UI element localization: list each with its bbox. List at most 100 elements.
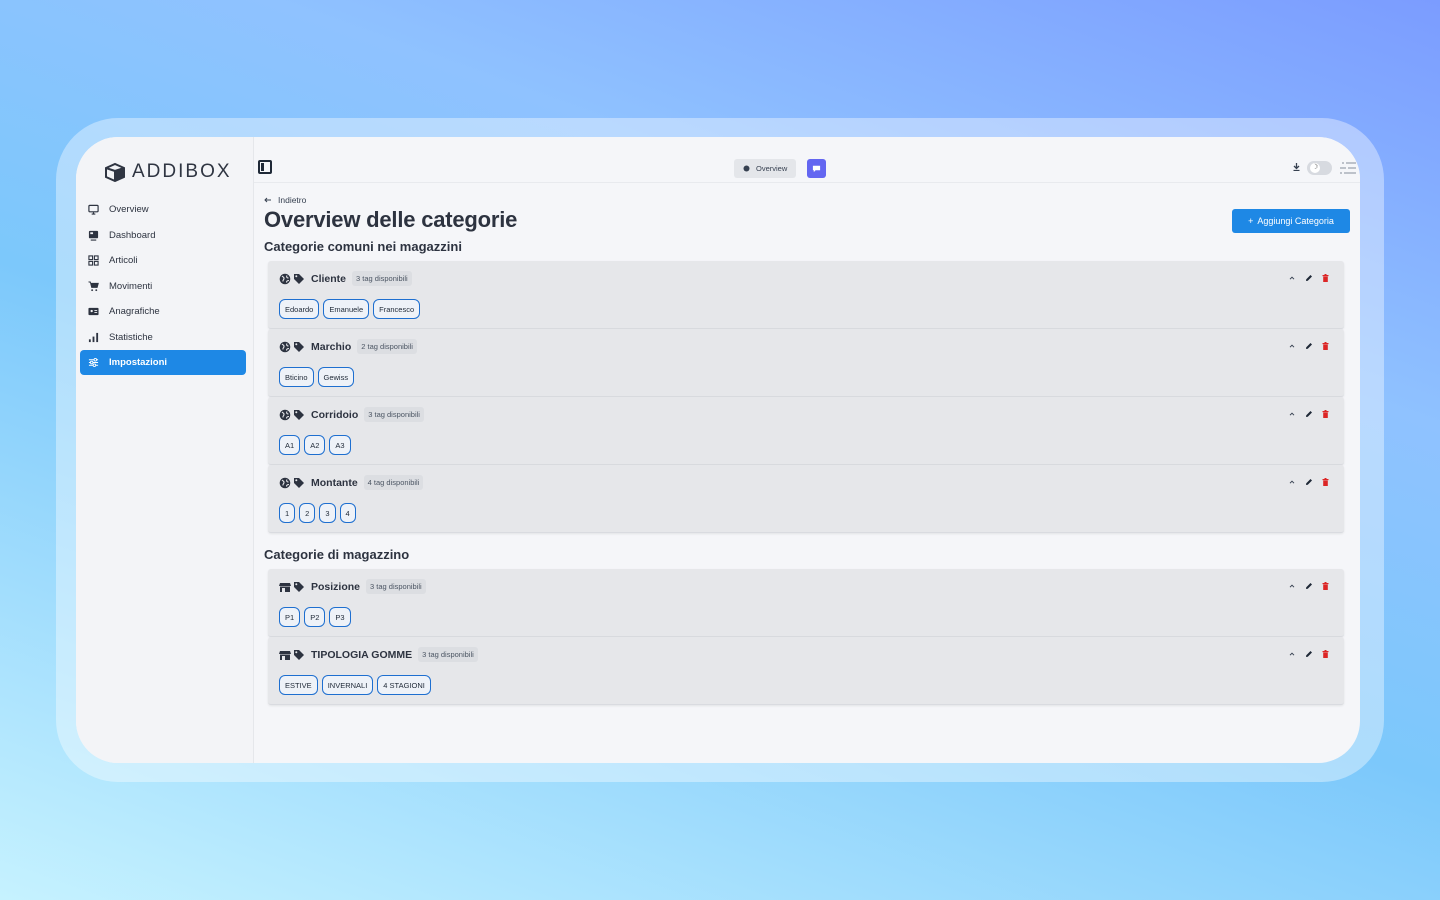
globe-icon [279,477,291,488]
category-icons [279,409,305,421]
trash-icon[interactable] [1321,649,1330,658]
sidebar-item-impostazioni[interactable]: Impostazioni [80,350,246,375]
warehouse-icon [279,582,291,592]
brand-name: ADDIBOX [132,161,232,182]
sidebar-item-overview[interactable]: Overview [80,197,246,222]
add-category-button[interactable]: + Aggiungi Categoria [1232,209,1350,233]
edit-icon[interactable] [1304,649,1313,658]
category-icons [279,273,305,285]
moon-icon: ☽ [1310,163,1320,173]
tag-chip[interactable]: INVERNALI [321,675,374,695]
chat-button[interactable] [807,159,826,178]
sliders-icon [88,358,99,367]
category-header: Corridoio 3 tag disponibili [279,407,424,422]
sidebar-item-statistiche[interactable]: Statistiche [80,325,246,350]
tag-count-badge: 3 tag disponibili [366,579,426,594]
sidebar-item-label: Overview [109,204,149,215]
sidebar-item-anagrafiche[interactable]: Anagrafiche [80,299,246,324]
trash-icon[interactable] [1321,581,1330,590]
back-label: Indietro [278,195,307,205]
category-card: TIPOLOGIA GOMME 3 tag disponibili ESTIVE IN… [268,637,1344,705]
edit-icon[interactable] [1304,341,1313,350]
category-name: Posizione [311,580,361,593]
category-name: Montante [311,476,358,489]
chevron-up-icon[interactable] [1287,477,1296,486]
category-card: Posizione 3 tag disponibili P1 P2 P3 [268,569,1344,637]
globe-icon [279,341,291,352]
edit-icon[interactable] [1304,273,1313,282]
category-name: Cliente [311,272,347,285]
trash-icon[interactable] [1321,341,1330,350]
sidebar-item-articoli[interactable]: Articoli [80,248,246,273]
tag-chip[interactable]: ESTIVE [279,675,318,695]
category-header: TIPOLOGIA GOMME 3 tag disponibili [279,647,478,662]
tag-chip[interactable]: 3 [319,503,336,523]
monitor-icon [88,204,99,215]
tag-chip[interactable]: 4 [339,503,356,523]
topbar: Overview ☽ [254,137,1360,183]
tag-count-badge: 2 tag disponibili [357,339,417,354]
edit-icon[interactable] [1304,581,1313,590]
toggle-sidebar-button[interactable] [258,160,272,174]
category-card: Cliente 3 tag disponibili Edoardo Emanuele F… [268,261,1344,329]
category-card: Marchio 2 tag disponibili Bticino Gewiss [268,329,1344,397]
chevron-up-icon[interactable] [1287,649,1296,658]
tag-chip[interactable]: A1 [279,435,301,455]
bar-chart-icon [88,332,99,342]
tag-chip[interactable]: Emanuele [323,299,370,319]
tag-chip[interactable]: P3 [329,607,351,627]
overview-pill-label: Overview [756,164,788,173]
globe-icon [279,409,291,420]
trash-icon[interactable] [1321,409,1330,418]
theme-toggle[interactable]: ☽ [1307,161,1332,175]
sidebar-item-label: Impostazioni [109,357,168,368]
tag-chip[interactable]: Bticino [279,367,314,387]
tag-chip[interactable]: Edoardo [279,299,320,319]
tag-chip[interactable]: P2 [304,607,326,627]
app-window: ADDIBOX Overview Dashboard Articoli Movi… [76,137,1360,763]
category-header: Marchio 2 tag disponibili [279,339,417,354]
tag-chip[interactable]: A3 [329,435,351,455]
menu-lines-icon[interactable] [1340,161,1356,175]
trash-icon[interactable] [1321,477,1330,486]
tag-chip[interactable]: A2 [304,435,326,455]
cart-icon [88,280,99,291]
tag-chip[interactable]: Gewiss [317,367,355,387]
tag-list: Edoardo Emanuele Francesco [279,299,421,319]
chevron-up-icon[interactable] [1287,341,1296,350]
tag-count-badge: 3 tag disponibili [364,407,424,422]
sidebar-nav: Overview Dashboard Articoli Movimenti An… [80,197,246,376]
category-header: Montante 4 tag disponibili [279,475,424,490]
tag-chip[interactable]: P1 [279,607,301,627]
chat-icon [812,165,821,173]
back-link[interactable]: Indietro [264,193,1350,207]
download-icon[interactable] [1293,163,1300,173]
id-card-icon [88,307,99,316]
page-title: Overview delle categorie [264,207,518,232]
category-list-common: Cliente 3 tag disponibili Edoardo Emanuele F… [268,261,1344,533]
sidebar-item-dashboard[interactable]: Dashboard [80,223,246,248]
sidebar: ADDIBOX Overview Dashboard Articoli Movi… [76,137,254,763]
sidebar-item-movimenti[interactable]: Movimenti [80,274,246,299]
grid-icon [88,255,99,266]
category-actions [1287,341,1330,350]
tag-list: A1 A2 A3 [279,435,351,455]
tag-chip[interactable]: 2 [299,503,316,523]
edit-icon[interactable] [1304,477,1313,486]
tag-chip[interactable]: 1 [279,503,296,523]
circle-icon [743,165,750,172]
box-logo-icon [105,162,125,182]
category-actions [1287,477,1330,486]
overview-pill[interactable]: Overview [734,159,797,178]
sidebar-item-label: Dashboard [109,229,156,241]
tag-chip[interactable]: Francesco [373,299,421,319]
tag-chip[interactable]: 4 STAGIONI [377,675,431,695]
trash-icon[interactable] [1321,273,1330,282]
chevron-up-icon[interactable] [1287,273,1296,282]
tag-count-badge: 3 tag disponibili [418,647,478,662]
edit-icon[interactable] [1304,409,1313,418]
tag-list: 1234 [279,503,356,523]
warehouse-icon [279,650,291,660]
chevron-up-icon[interactable] [1287,581,1296,590]
chevron-up-icon[interactable] [1287,409,1296,418]
